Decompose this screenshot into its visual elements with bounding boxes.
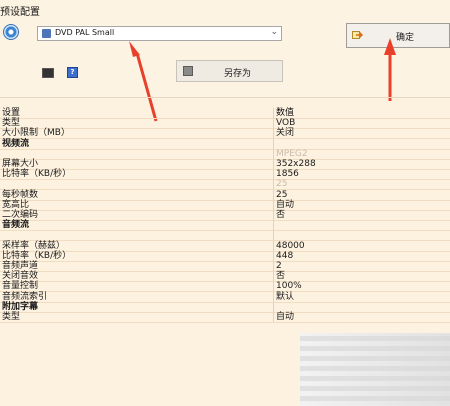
column-separator xyxy=(273,250,274,261)
row-name: 关闭音效 xyxy=(2,271,39,282)
column-separator xyxy=(273,159,274,169)
row-value: VOB xyxy=(276,118,296,129)
row-name: 音频流索引 xyxy=(2,291,48,302)
window-title: 预设配置 xyxy=(0,7,40,18)
row-name: 采样率（赫兹） xyxy=(2,240,66,251)
row-value: 100% xyxy=(276,281,302,292)
column-separator xyxy=(273,220,274,231)
column-separator xyxy=(273,312,274,322)
column-separator xyxy=(273,291,274,302)
help-icon[interactable]: ? xyxy=(67,67,78,78)
column-separator xyxy=(273,148,274,159)
column-separator xyxy=(273,138,274,149)
row-name: 音量控制 xyxy=(2,281,39,292)
film-icon[interactable] xyxy=(42,68,54,78)
save-disk-icon xyxy=(183,66,193,76)
row-name: 宽高比 xyxy=(2,199,30,210)
column-separator xyxy=(273,199,274,210)
ok-label: 确定 xyxy=(396,33,415,43)
row-value: 关闭 xyxy=(276,128,295,139)
column-separator xyxy=(273,179,274,190)
row-value: MPEG2 xyxy=(276,148,308,159)
row-name: 音频流 xyxy=(2,220,30,231)
column-separator xyxy=(273,240,274,251)
ok-button[interactable]: 确定 xyxy=(346,23,450,48)
preset-select-value: DVD PAL Small xyxy=(55,28,115,37)
row-name: 大小限制（MB） xyxy=(2,128,70,139)
pixelated-overlay xyxy=(300,333,450,406)
panel-divider xyxy=(0,97,450,98)
row-value: 否 xyxy=(276,210,286,220)
column-separator xyxy=(273,118,274,129)
row-value: 2 xyxy=(276,261,282,271)
row-name: 屏幕大小 xyxy=(2,159,39,169)
header-name: 设置 xyxy=(2,108,21,118)
row-name: 比特率（KB/秒） xyxy=(2,250,72,261)
row-name: 音频声道 xyxy=(2,261,39,271)
ok-arrow-icon xyxy=(352,31,363,39)
chevron-down-icon[interactable]: ⌄ xyxy=(270,27,278,37)
row-name: 类型 xyxy=(2,118,21,129)
row-value: 默认 xyxy=(276,291,295,302)
column-separator xyxy=(273,169,274,180)
row-value: 自动 xyxy=(276,199,295,210)
preset-select[interactable]: DVD PAL Small ⌄ xyxy=(37,26,282,41)
row-name: 比特率（KB/秒） xyxy=(2,169,72,180)
header-value: 数值 xyxy=(276,108,295,118)
table-row[interactable]: 类型 自动 xyxy=(0,312,450,323)
row-value: 352x288 xyxy=(276,159,316,169)
row-name: 附加字幕 xyxy=(2,301,39,312)
row-value: 448 xyxy=(276,250,294,261)
row-value: 25 xyxy=(276,189,288,200)
row-name: 二次编码 xyxy=(2,210,39,220)
row-value: 48000 xyxy=(276,240,305,251)
column-separator xyxy=(273,301,274,312)
column-separator xyxy=(273,108,274,118)
column-separator xyxy=(273,230,274,241)
row-value: 否 xyxy=(276,271,286,282)
disk-icon xyxy=(42,29,51,38)
column-separator xyxy=(273,210,274,220)
row-name: 视频流 xyxy=(2,138,30,149)
row-value: 1856 xyxy=(276,169,299,180)
column-separator xyxy=(273,189,274,200)
column-separator xyxy=(273,261,274,271)
row-value: 自动 xyxy=(276,312,295,322)
save-as-button[interactable]: 另存为 xyxy=(176,60,283,82)
save-as-label: 另存为 xyxy=(224,69,252,79)
row-value: 25 xyxy=(276,179,288,190)
row-name: 每秒帧数 xyxy=(2,189,39,200)
column-separator xyxy=(273,281,274,292)
column-separator xyxy=(273,128,274,139)
preset-toolbar-panel xyxy=(0,0,450,97)
disc-icon xyxy=(3,24,19,40)
row-name: 类型 xyxy=(2,312,21,322)
column-separator xyxy=(273,271,274,282)
